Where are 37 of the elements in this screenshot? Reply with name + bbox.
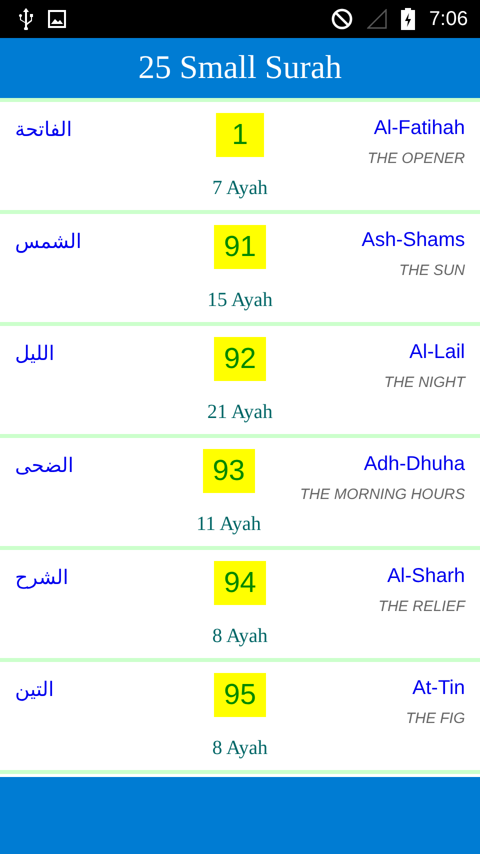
surah-name: Ash-Shams — [362, 229, 465, 252]
surah-name: Adh-Dhuha — [364, 453, 465, 476]
surah-number: 95 — [214, 673, 266, 717]
surah-meaning: THE RELIEF — [378, 598, 465, 615]
ayah-count: 11 Ayah — [196, 513, 262, 536]
arabic-name: الليل — [15, 341, 54, 365]
surah-meaning: THE MORNING HOURS — [300, 486, 465, 503]
surah-number: 94 — [214, 561, 266, 605]
surah-number: 93 — [202, 449, 255, 493]
arabic-name: الفاتحة — [15, 117, 72, 141]
surah-name: Al-Fatihah — [374, 117, 465, 140]
arabic-name: الضحى — [15, 453, 74, 477]
surah-name: Al-Lail — [409, 341, 465, 364]
ayah-count: 15 Ayah — [207, 289, 273, 312]
signal-icon — [367, 9, 388, 29]
arabic-name: التين — [15, 677, 54, 701]
surah-name: Al-Sharh — [387, 565, 465, 588]
surah-number: 91 — [214, 225, 266, 269]
surah-meaning: THE NIGHT — [384, 374, 465, 391]
ayah-count: 8 Ayah — [212, 625, 268, 648]
surah-meaning: THE SUN — [399, 262, 465, 279]
app-title: 25 Small Surah — [138, 50, 342, 86]
surah-number: 1 — [216, 113, 264, 157]
usb-icon — [18, 8, 34, 30]
surah-number: 92 — [214, 337, 266, 381]
ayah-count: 7 Ayah — [212, 177, 268, 200]
blocked-icon — [331, 8, 354, 30]
clock-time: 7:06 — [429, 8, 468, 30]
battery-icon — [401, 8, 416, 30]
image-icon — [48, 10, 66, 28]
ayah-count: 8 Ayah — [212, 737, 268, 760]
ayah-count: 21 Ayah — [207, 401, 273, 424]
surah-meaning: THE OPENER — [367, 150, 465, 167]
arabic-name: الشرح — [15, 565, 68, 589]
surah-name: At-Tin — [412, 677, 465, 700]
surah-meaning: THE FIG — [406, 710, 465, 727]
arabic-name: الشمس — [15, 229, 82, 253]
